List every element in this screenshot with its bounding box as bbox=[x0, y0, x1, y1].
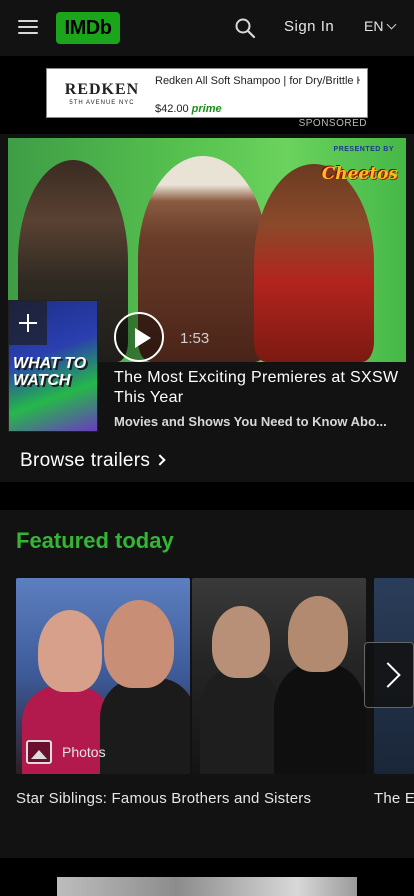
browse-trailers-link[interactable]: Browse trailers bbox=[20, 450, 166, 472]
poster-title: WHAT TO WATCH bbox=[13, 355, 87, 389]
ad-banner[interactable]: REDKEN 5TH AVENUE NYC Redken All Soft Sh… bbox=[46, 68, 368, 118]
trailer-duration: 1:53 bbox=[180, 330, 210, 347]
hamburger-menu-icon[interactable] bbox=[18, 20, 38, 36]
imdb-logo[interactable]: IMDb bbox=[56, 12, 120, 44]
ad-brand-sub: 5TH AVENUE NYC bbox=[69, 100, 135, 106]
top-nav: IMDb Sign In EN bbox=[0, 0, 414, 56]
featured-today-section: Featured today Photos Star Siblings: Fam… bbox=[0, 510, 414, 858]
language-selector[interactable]: EN bbox=[364, 18, 397, 34]
presented-by-label: PRESENTED BY bbox=[333, 146, 394, 153]
person-face bbox=[212, 606, 270, 678]
featured-card-photo-right[interactable] bbox=[192, 578, 366, 774]
sign-in-link[interactable]: Sign In bbox=[284, 18, 334, 35]
search-icon[interactable] bbox=[234, 17, 256, 39]
hero-poster[interactable]: WHAT TO WATCH bbox=[8, 300, 98, 432]
person-face bbox=[38, 610, 102, 692]
sponsor-logo: Cheetos bbox=[321, 164, 398, 184]
hero-trailer-section: PRESENTED BY Cheetos WHAT TO WATCH 1:53 … bbox=[0, 134, 414, 482]
person-face bbox=[104, 600, 174, 688]
ad-brand-name: REDKEN bbox=[64, 81, 140, 98]
bottom-ad-area bbox=[0, 858, 414, 896]
featured-card-caption[interactable]: The E bbox=[374, 790, 414, 807]
person-face bbox=[288, 596, 348, 672]
ad-brand-logo: REDKEN 5TH AVENUE NYC bbox=[57, 81, 147, 107]
browse-trailers-label: Browse trailers bbox=[20, 450, 151, 471]
photos-tag[interactable]: Photos bbox=[26, 738, 106, 766]
ad-price-row: $42.00 prime bbox=[155, 103, 222, 115]
ad-area: REDKEN 5TH AVENUE NYC Redken All Soft Sh… bbox=[0, 56, 414, 134]
photos-icon bbox=[26, 740, 52, 764]
featured-card-caption[interactable]: Star Siblings: Famous Brothers and Siste… bbox=[16, 790, 366, 807]
ad-price: $42.00 bbox=[155, 103, 189, 115]
language-label: EN bbox=[364, 18, 384, 34]
chevron-right-icon bbox=[154, 454, 166, 466]
person-body bbox=[274, 664, 366, 774]
sponsored-label: SPONSORED bbox=[298, 118, 367, 129]
hero-subtitle: Movies and Shows You Need to Know Abo... bbox=[114, 414, 387, 429]
person-body bbox=[100, 678, 190, 774]
play-trailer-button[interactable] bbox=[114, 312, 164, 362]
add-to-watchlist-icon[interactable] bbox=[9, 301, 47, 345]
person-body bbox=[200, 668, 280, 774]
chevron-down-icon bbox=[387, 19, 397, 30]
carousel-next-button[interactable] bbox=[364, 642, 414, 708]
featured-today-heading: Featured today bbox=[16, 528, 174, 553]
hero-person-right bbox=[254, 164, 374, 362]
ad-product-text: Redken All Soft Shampoo | for Dry/Brittl… bbox=[155, 75, 360, 87]
prime-badge: prime bbox=[191, 103, 222, 115]
photos-label: Photos bbox=[62, 744, 106, 760]
hero-title[interactable]: The Most Exciting Premieres at SXSW This… bbox=[114, 368, 404, 408]
bottom-ad-banner[interactable] bbox=[57, 877, 357, 896]
